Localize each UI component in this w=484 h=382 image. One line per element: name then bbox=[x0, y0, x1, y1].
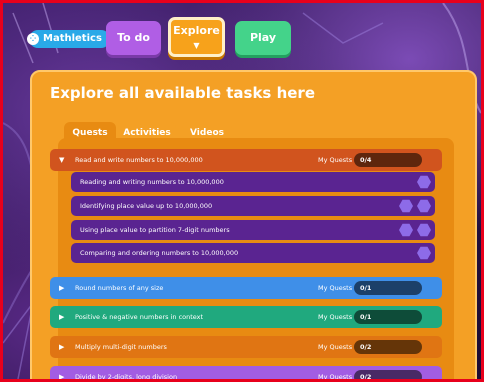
hexagon-icon bbox=[399, 223, 413, 237]
nav-todo-button[interactable]: To do bbox=[106, 21, 161, 55]
explore-panel: Explore all available tasks here Quests … bbox=[30, 70, 477, 381]
my-quests-label: My Quests bbox=[318, 284, 353, 292]
caret-down-icon: ▼ bbox=[193, 41, 200, 50]
subtask-row[interactable]: Comparing and ordering numbers to 10,000… bbox=[71, 243, 435, 263]
quest-progress: 0/1 bbox=[354, 281, 422, 295]
quest-label: Divide by 2-digits, long division bbox=[75, 373, 178, 381]
subtask-row[interactable]: Using place value to partition 7-digit n… bbox=[71, 220, 435, 240]
hexagon-icon bbox=[417, 223, 431, 237]
hexagon-icon bbox=[417, 246, 431, 260]
quest-progress: 0/4 bbox=[354, 153, 422, 167]
logo-text: Mathletics bbox=[43, 33, 102, 44]
my-quests-label: My Quests bbox=[318, 156, 353, 164]
quest-progress: 0/2 bbox=[354, 370, 422, 379]
quest-progress: 0/1 bbox=[354, 310, 422, 324]
mathletics-logo[interactable]: ⁘ Mathletics bbox=[27, 30, 110, 48]
quest-progress: 0/2 bbox=[354, 340, 422, 354]
nav-explore-button[interactable]: Explore ▼ bbox=[168, 17, 225, 57]
my-quests-label: My Quests bbox=[318, 313, 353, 321]
quest-row-multiply[interactable]: ▶ Multiply multi-digit numbers My Quests… bbox=[50, 336, 442, 358]
nav-play-label: Play bbox=[249, 31, 277, 44]
app-frame: ⁘ Mathletics To do Explore ▼ Play Explor… bbox=[0, 0, 484, 382]
quest-label: Positive & negative numbers in context bbox=[75, 313, 204, 321]
chevron-right-icon: ▶ bbox=[59, 373, 65, 381]
quest-row-positive-negative[interactable]: ▶ Positive & negative numbers in context… bbox=[50, 306, 442, 328]
hexagon-icon bbox=[399, 199, 413, 213]
my-quests-label: My Quests bbox=[318, 373, 353, 381]
subtask-label: Using place value to partition 7-digit n… bbox=[80, 226, 230, 234]
quest-row-round-numbers[interactable]: ▶ Round numbers of any size My Quests 0/… bbox=[50, 277, 442, 299]
chevron-right-icon: ▶ bbox=[59, 343, 65, 351]
chevron-right-icon: ▶ bbox=[59, 313, 65, 321]
subtask-label: Identifying place value up to 10,000,000 bbox=[80, 202, 213, 210]
quest-row-divide[interactable]: ▶ Divide by 2-digits, long division My Q… bbox=[50, 366, 442, 381]
nav-todo-label: To do bbox=[117, 31, 150, 44]
subtask-label: Comparing and ordering numbers to 10,000… bbox=[80, 249, 239, 257]
quest-label: Multiply multi-digit numbers bbox=[75, 343, 167, 351]
chevron-down-icon: ▼ bbox=[59, 156, 65, 164]
subtask-row[interactable]: Reading and writing numbers to 10,000,00… bbox=[71, 172, 435, 192]
page-title: Explore all available tasks here bbox=[50, 84, 315, 102]
logo-grid-icon: ⁘ bbox=[27, 33, 39, 45]
my-quests-label: My Quests bbox=[318, 343, 353, 351]
hexagon-icon bbox=[417, 199, 431, 213]
nav-explore-label: Explore bbox=[173, 24, 220, 37]
subtask-label: Reading and writing numbers to 10,000,00… bbox=[80, 178, 224, 186]
nav-play-button[interactable]: Play bbox=[235, 21, 291, 55]
quest-label: Read and write numbers to 10,000,000 bbox=[75, 156, 203, 164]
chevron-right-icon: ▶ bbox=[59, 284, 65, 292]
subtask-row[interactable]: Identifying place value up to 10,000,000 bbox=[71, 196, 435, 216]
quest-label: Round numbers of any size bbox=[75, 284, 164, 292]
quest-row-read-write[interactable]: ▼ Read and write numbers to 10,000,000 M… bbox=[50, 149, 442, 171]
hexagon-icon bbox=[417, 175, 431, 189]
